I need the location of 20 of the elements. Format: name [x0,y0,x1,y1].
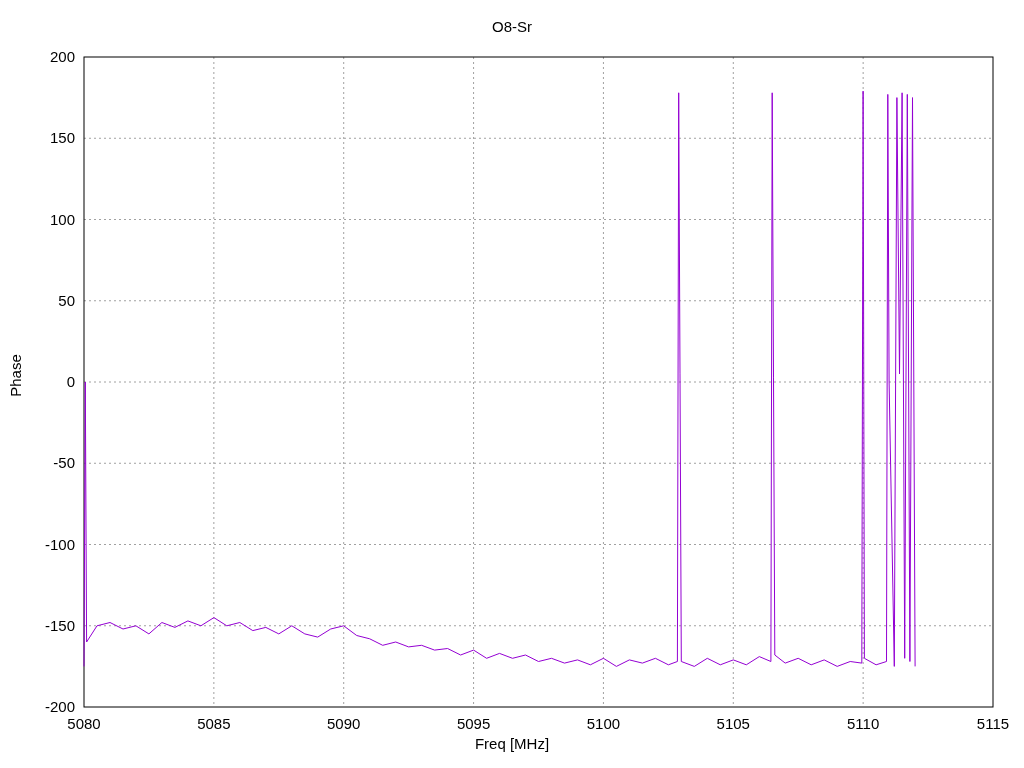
y-tick-label: -100 [44,535,75,553]
x-tick-label: 5105 [716,715,750,732]
x-tick-label: 5100 [586,715,621,732]
x-tick-label: 5115 [976,715,1010,732]
x-tick-label: 5090 [327,715,361,732]
chart-title: O8-Sr [492,18,532,37]
y-tick-label: -50 [53,454,75,472]
y-tick-label: 0 [66,373,75,390]
y-tick-label: -200 [44,698,75,715]
y-axis-label: Phase [6,353,24,397]
x-tick-label: 5095 [456,715,491,732]
y-tick-label: 100 [49,210,75,228]
x-tick-label: 5080 [67,715,101,732]
y-tick-label: 200 [49,48,75,65]
y-tick-label: 50 [58,291,75,309]
y-tick-label: -150 [44,616,75,634]
x-axis-label: Freq [MHz] [474,735,550,752]
x-tick-label: 5110 [847,715,880,732]
x-tick-label: 5085 [197,715,231,732]
y-tick-label: 150 [49,129,75,147]
